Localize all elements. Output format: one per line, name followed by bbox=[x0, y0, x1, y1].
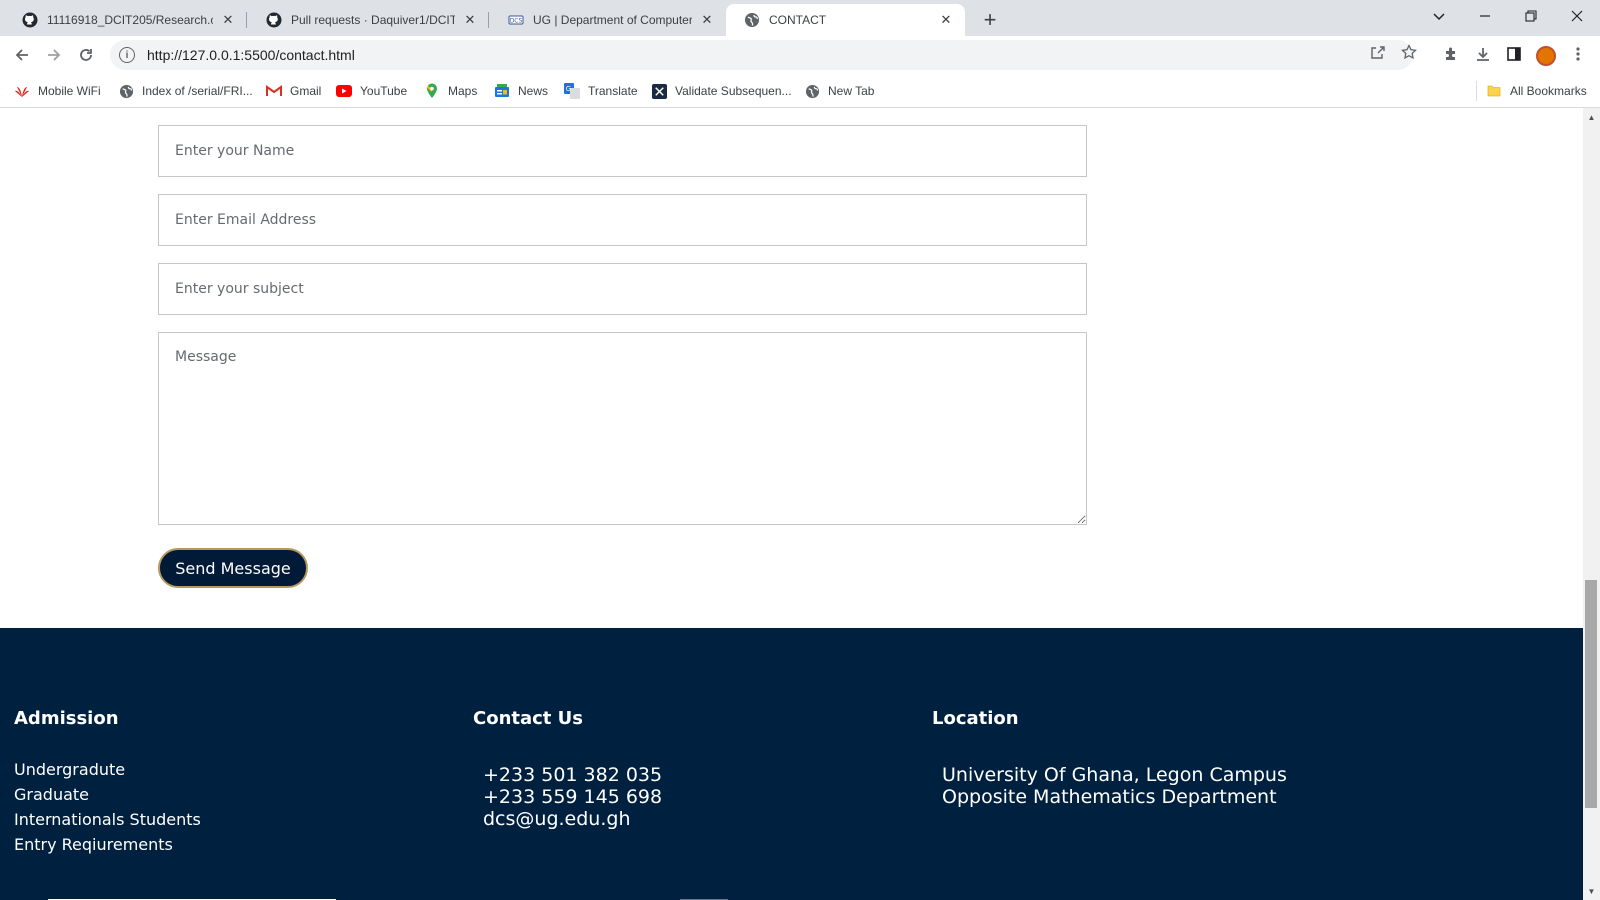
scrollbar-thumb[interactable] bbox=[1585, 580, 1597, 808]
location-line-2: Opposite Mathematics Department bbox=[942, 786, 1277, 808]
github-icon bbox=[22, 12, 38, 28]
contact-phone-2: +233 559 145 698 bbox=[483, 786, 663, 808]
footer-contact: Contact Us +233 501 382 035 +233 559 145… bbox=[473, 708, 662, 830]
bookmark-label: News bbox=[518, 84, 549, 98]
bookmarks-divider bbox=[1476, 81, 1477, 101]
name-input[interactable] bbox=[158, 125, 1087, 177]
share-icon[interactable] bbox=[1368, 42, 1388, 62]
tab-search-icon[interactable] bbox=[1416, 0, 1462, 32]
back-icon[interactable] bbox=[8, 41, 36, 69]
bookmark-maps[interactable]: Maps bbox=[424, 82, 477, 100]
footer-link-graduate[interactable]: Graduate bbox=[14, 782, 201, 807]
bookmark-label: New Tab bbox=[828, 84, 875, 98]
message-textarea[interactable] bbox=[158, 332, 1087, 525]
bookmarks-bar: Mobile WiFi Index of /serial/FRI... Gmai… bbox=[0, 74, 1600, 108]
profile-avatar[interactable] bbox=[1536, 46, 1556, 66]
minimize-icon[interactable] bbox=[1462, 0, 1508, 32]
close-window-icon[interactable] bbox=[1554, 0, 1600, 32]
bookmark-label: Maps bbox=[448, 84, 478, 98]
footer-heading-contact: Contact Us bbox=[473, 708, 584, 729]
bookmark-x-icon bbox=[651, 83, 667, 99]
extensions-icon[interactable] bbox=[1440, 43, 1462, 65]
scroll-down-arrow-icon[interactable]: ▼ bbox=[1583, 884, 1600, 898]
site-footer: Admission Undergradute Graduate Internat… bbox=[0, 628, 1583, 900]
bookmark-mobile-wifi[interactable]: Mobile WiFi bbox=[14, 82, 101, 100]
location-line-1: University Of Ghana, Legon Campus bbox=[942, 764, 1287, 786]
footer-link-entry-requirements[interactable]: Entry Reqiurements bbox=[14, 832, 201, 857]
globe-icon bbox=[804, 83, 820, 99]
close-tab-icon[interactable]: ✕ bbox=[219, 11, 237, 29]
close-tab-icon[interactable]: ✕ bbox=[461, 11, 479, 29]
close-tab-icon[interactable]: ✕ bbox=[698, 11, 716, 29]
globe-icon bbox=[744, 12, 760, 28]
footer-heading-admission: Admission bbox=[14, 708, 119, 729]
bookmark-label: Index of /serial/FRI... bbox=[142, 84, 253, 98]
bookmark-label: Validate Subsequen... bbox=[675, 84, 792, 98]
tab-contact[interactable]: CONTACT ✕ bbox=[726, 4, 965, 36]
tab-research[interactable]: 11116918_DCIT205/Research.cs ✕ bbox=[4, 4, 247, 36]
footer-link-international[interactable]: Internationals Students bbox=[14, 807, 201, 832]
translate-icon: G bbox=[564, 83, 580, 99]
bookmark-gmail[interactable]: Gmail bbox=[266, 82, 321, 100]
bookmark-validate-subsequence[interactable]: Validate Subsequen... bbox=[651, 82, 792, 100]
svg-text:DCS: DCS bbox=[510, 18, 523, 25]
footer-heading-location: Location bbox=[932, 708, 1019, 729]
scroll-up-arrow-icon[interactable]: ▲ bbox=[1583, 110, 1600, 124]
side-panel-icon[interactable] bbox=[1503, 43, 1525, 65]
menu-dots-icon[interactable] bbox=[1567, 43, 1589, 65]
ug-icon: DCS bbox=[508, 12, 524, 28]
site-info-icon[interactable]: i bbox=[119, 47, 135, 63]
contact-email[interactable]: dcs@ug.edu.gh bbox=[483, 808, 662, 830]
news-icon bbox=[494, 83, 510, 99]
email-input[interactable] bbox=[158, 194, 1087, 246]
maps-icon bbox=[424, 83, 440, 99]
tab-title: Pull requests · Daquiver1/DCIT_2 bbox=[291, 13, 455, 27]
bookmark-translate[interactable]: G Translate bbox=[564, 82, 638, 100]
all-bookmarks[interactable]: All Bookmarks bbox=[1486, 82, 1587, 100]
close-tab-icon[interactable]: ✕ bbox=[937, 11, 955, 29]
github-icon bbox=[266, 12, 282, 28]
youtube-icon bbox=[336, 83, 352, 99]
browser-toolbar: i http://127.0.0.1:5500/contact.html bbox=[0, 36, 1600, 74]
bookmark-label: YouTube bbox=[360, 84, 408, 98]
footer-admission: Admission Undergradute Graduate Internat… bbox=[14, 708, 201, 857]
url-text: http://127.0.0.1:5500/contact.html bbox=[147, 47, 355, 63]
tab-strip: 11116918_DCIT205/Research.cs ✕ Pull requ… bbox=[0, 0, 1600, 36]
restore-icon[interactable] bbox=[1508, 0, 1554, 32]
all-bookmarks-label: All Bookmarks bbox=[1510, 84, 1587, 98]
globe-icon bbox=[118, 83, 134, 99]
svg-text:G: G bbox=[566, 85, 571, 93]
page-viewport: Send Message Admission Undergradute Grad… bbox=[0, 108, 1583, 900]
bookmark-news[interactable]: News bbox=[494, 82, 548, 100]
tab-pull-requests[interactable]: Pull requests · Daquiver1/DCIT_2 ✕ bbox=[248, 4, 489, 36]
address-bar[interactable]: i http://127.0.0.1:5500/contact.html bbox=[110, 40, 1413, 70]
bookmark-label: Gmail bbox=[290, 84, 322, 98]
bookmark-label: Translate bbox=[588, 84, 638, 98]
contact-phone-1: +233 501 382 035 bbox=[483, 764, 663, 786]
page-scrollbar[interactable]: ▲ ▼ bbox=[1583, 108, 1600, 900]
folder-icon bbox=[1486, 83, 1502, 99]
new-tab-button[interactable]: + bbox=[976, 6, 1004, 34]
download-icon[interactable] bbox=[1472, 43, 1494, 65]
tab-title: CONTACT bbox=[769, 13, 827, 27]
tab-title: 11116918_DCIT205/Research.cs bbox=[47, 13, 213, 27]
tab-ug-department[interactable]: DCS UG | Department of Computer S ✕ bbox=[490, 4, 726, 36]
bookmark-youtube[interactable]: YouTube bbox=[336, 82, 407, 100]
bookmark-index-serial[interactable]: Index of /serial/FRI... bbox=[118, 82, 253, 100]
footer-link-undergraduate[interactable]: Undergradute bbox=[14, 757, 201, 782]
forward-icon[interactable] bbox=[40, 41, 68, 69]
tab-title: UG | Department of Computer S bbox=[533, 13, 692, 27]
bookmark-star-icon[interactable] bbox=[1399, 42, 1419, 62]
send-message-button[interactable]: Send Message bbox=[158, 548, 308, 588]
gmail-icon bbox=[266, 83, 282, 99]
subject-input[interactable] bbox=[158, 263, 1087, 315]
bookmark-label: Mobile WiFi bbox=[38, 84, 101, 98]
bookmark-new-tab[interactable]: New Tab bbox=[804, 82, 874, 100]
reload-icon[interactable] bbox=[72, 41, 100, 69]
huawei-icon bbox=[14, 83, 30, 99]
footer-location: Location University Of Ghana, Legon Camp… bbox=[932, 708, 1287, 808]
